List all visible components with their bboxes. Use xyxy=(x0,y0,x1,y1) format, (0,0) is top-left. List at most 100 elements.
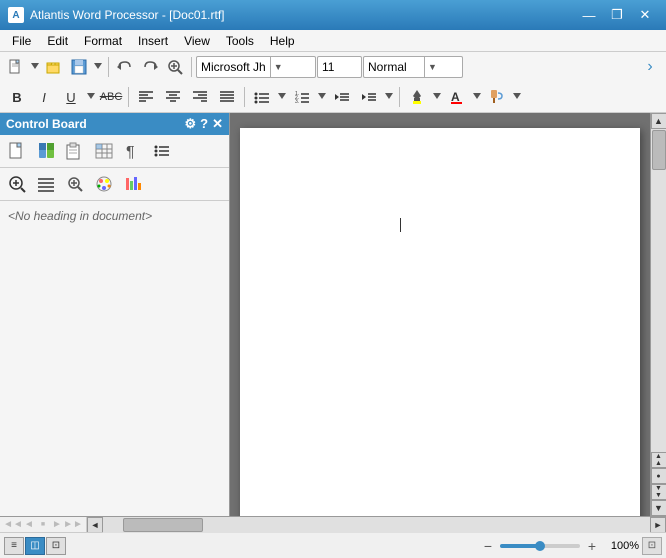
open-button[interactable] xyxy=(42,55,66,79)
scroll-down-button[interactable]: ▼ xyxy=(651,500,666,516)
highlight-dropdown[interactable] xyxy=(431,85,443,109)
separator-4 xyxy=(244,87,245,107)
nav-next-next-button[interactable]: ►► xyxy=(64,518,82,532)
nav-prev-button[interactable]: ◄ xyxy=(22,518,36,532)
numbering-dropdown[interactable] xyxy=(316,85,328,109)
scroll-left-button[interactable]: ◄ xyxy=(87,517,103,533)
minimize-button[interactable]: — xyxy=(576,5,602,25)
scroll-page-down[interactable]: ▼▼ xyxy=(651,484,666,500)
new-button[interactable] xyxy=(4,55,28,79)
align-right-button[interactable] xyxy=(187,85,213,109)
menu-format[interactable]: Format xyxy=(76,32,130,50)
zoom-in-button[interactable]: + xyxy=(583,537,601,555)
indent-increase-button[interactable] xyxy=(356,85,382,109)
control-board: Control Board ⚙ ? ✕ xyxy=(0,113,230,516)
separator-5 xyxy=(399,87,400,107)
document-page[interactable] xyxy=(240,128,640,516)
nav-next-button[interactable]: ► xyxy=(50,518,64,532)
control-board-content: <No heading in document> xyxy=(0,201,229,516)
save-button[interactable] xyxy=(67,55,91,79)
menu-edit[interactable]: Edit xyxy=(39,32,76,50)
settings-icon[interactable]: ⚙ xyxy=(184,116,196,132)
paint-format-button[interactable] xyxy=(484,85,510,109)
app-wrapper: A Atlantis Word Processor - [Doc01.rtf] … xyxy=(0,0,666,558)
page-fit-button[interactable]: ⊡ xyxy=(642,537,662,555)
zoom-percent: 100% xyxy=(604,540,639,552)
indent-dropdown[interactable] xyxy=(383,85,395,109)
numbering-button[interactable]: 1.2.3. xyxy=(289,85,315,109)
nav-stop-button[interactable]: ■ xyxy=(36,518,50,532)
cb-clipboard[interactable] xyxy=(61,138,89,164)
highlight-button[interactable] xyxy=(404,85,430,109)
nav-prev-prev-button[interactable]: ◄◄ xyxy=(4,518,22,532)
font-color-button[interactable]: A xyxy=(444,85,470,109)
cb-close-icon[interactable]: ✕ xyxy=(212,116,223,132)
align-center-button[interactable] xyxy=(160,85,186,109)
window-controls: — ❐ ✕ xyxy=(576,5,658,25)
separator-2 xyxy=(191,57,192,77)
toolbar-row-1: Microsoft Jh ▼ 11 ▼ Normal ▼ › xyxy=(0,52,666,82)
font-dropdown[interactable]: Microsoft Jh ▼ xyxy=(196,56,316,78)
menu-tools[interactable]: Tools xyxy=(218,32,262,50)
view-mode-2[interactable]: ◫ xyxy=(25,537,45,555)
save-dropdown[interactable] xyxy=(92,55,104,79)
view-mode-3[interactable]: ⊡ xyxy=(46,537,66,555)
font-dropdown-arrow: ▼ xyxy=(270,57,286,77)
h-scroll-track[interactable] xyxy=(103,517,650,533)
size-dropdown[interactable]: 11 ▼ xyxy=(317,56,362,78)
menu-help[interactable]: Help xyxy=(262,32,303,50)
menu-view[interactable]: View xyxy=(176,32,218,50)
underline-button[interactable]: U xyxy=(58,85,84,109)
scroll-track[interactable] xyxy=(651,129,666,452)
bullets-button[interactable] xyxy=(249,85,275,109)
italic-button[interactable]: I xyxy=(31,85,57,109)
help-icon[interactable]: ? xyxy=(200,116,208,132)
horizontal-scrollbar: ◄◄ ◄ ■ ► ►► ◄ ► xyxy=(0,516,666,532)
svg-text:¶: ¶ xyxy=(126,144,135,160)
indent-decrease-button[interactable] xyxy=(329,85,355,109)
cb-palette[interactable] xyxy=(90,171,118,197)
bullets-dropdown[interactable] xyxy=(276,85,288,109)
cb-zoom[interactable] xyxy=(3,171,31,197)
undo-button[interactable] xyxy=(113,55,137,79)
cb-bookmark[interactable] xyxy=(32,138,60,164)
bottom-section: ◄◄ ◄ ■ ► ►► ◄ ► ≡ ◫ ⊡ xyxy=(0,516,666,558)
new-dropdown-button[interactable] xyxy=(29,55,41,79)
find-replace-button[interactable] xyxy=(163,55,187,79)
menu-insert[interactable]: Insert xyxy=(130,32,176,50)
toolbar-expand-right[interactable]: › xyxy=(638,55,662,79)
menu-file[interactable]: File xyxy=(4,32,39,50)
zoom-thumb[interactable] xyxy=(535,541,545,551)
underline-dropdown[interactable] xyxy=(85,85,97,109)
restore-button[interactable]: ❐ xyxy=(604,5,630,25)
close-button[interactable]: ✕ xyxy=(632,5,658,25)
cb-lines[interactable] xyxy=(32,171,60,197)
scroll-thumb[interactable] xyxy=(652,130,666,170)
font-color-dropdown[interactable] xyxy=(471,85,483,109)
scroll-up-button[interactable]: ▲ xyxy=(651,113,666,129)
style-dropdown[interactable]: Normal ▼ xyxy=(363,56,463,78)
redo-button[interactable] xyxy=(138,55,162,79)
zoom-out-button[interactable]: − xyxy=(479,537,497,555)
cb-list[interactable] xyxy=(148,138,176,164)
zoom-slider[interactable] xyxy=(500,544,580,548)
cb-find[interactable] xyxy=(61,171,89,197)
view-mode-1[interactable]: ≡ xyxy=(4,537,24,555)
strikethrough-button[interactable]: ABC xyxy=(98,85,124,109)
vertical-scrollbar: ▲ ▲▲ ● ▼▼ ▼ xyxy=(650,113,666,516)
cb-paragraph[interactable]: ¶ xyxy=(119,138,147,164)
document-area[interactable] xyxy=(230,113,650,516)
font-name: Microsoft Jh xyxy=(197,60,270,74)
cb-bars[interactable] xyxy=(119,171,147,197)
cb-new-doc[interactable] xyxy=(3,138,31,164)
scroll-right-button[interactable]: ► xyxy=(650,517,666,533)
cb-table[interactable] xyxy=(90,138,118,164)
align-justify-button[interactable] xyxy=(214,85,240,109)
h-scroll-thumb[interactable] xyxy=(123,518,203,532)
title-bar: A Atlantis Word Processor - [Doc01.rtf] … xyxy=(0,0,666,30)
paint-format-dropdown[interactable] xyxy=(511,85,523,109)
scroll-center[interactable]: ● xyxy=(651,468,666,484)
bold-button[interactable]: B xyxy=(4,85,30,109)
scroll-page-up[interactable]: ▲▲ xyxy=(651,452,666,468)
align-left-button[interactable] xyxy=(133,85,159,109)
